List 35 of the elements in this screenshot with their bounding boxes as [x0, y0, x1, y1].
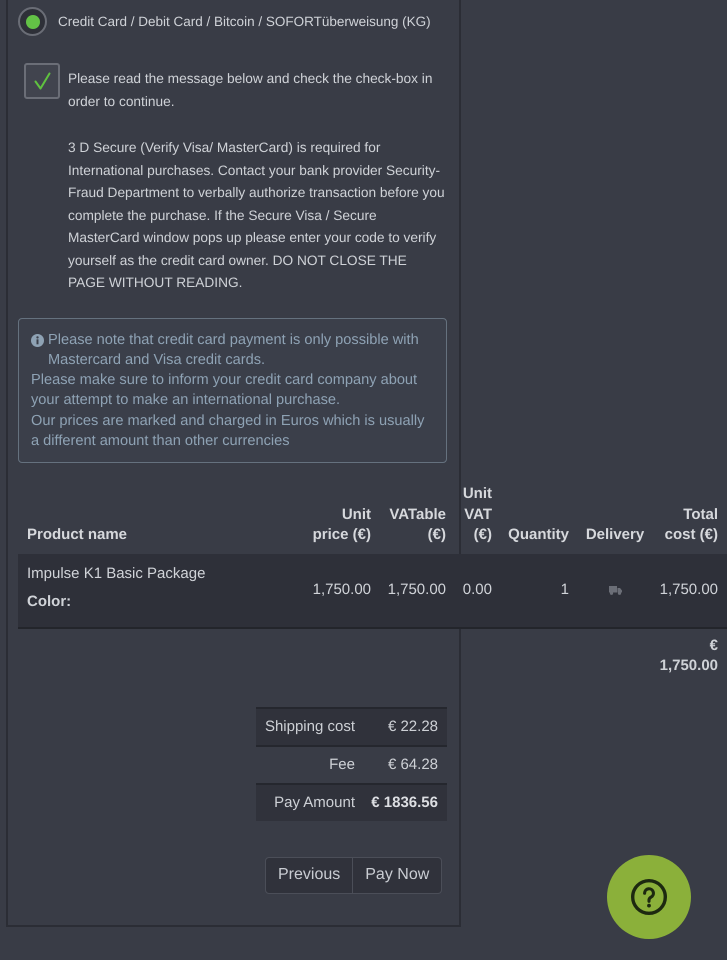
summary-label: Shipping cost — [264, 718, 355, 736]
summary-value: € 1836.56 — [371, 794, 438, 812]
column-header: Quantity — [508, 526, 569, 544]
notice-text: Please make sure to inform your credit card company about your attempt to make an international purchase. — [31, 371, 418, 410]
column-header: Unit VAT (€) — [462, 485, 492, 544]
payment-method-label: Credit Card / Debit Card / Bitcoin / SOFORTüberweisung (KG) — [58, 12, 431, 31]
column-header: VATable (€) — [389, 506, 446, 544]
checkbox[interactable] — [24, 63, 60, 99]
security-message: 3 D Secure (Verify Visa/ MasterCard) is required for International purchases. Contact your bank provider Security-Fraud Department to verbally authorize transaction before you complete the purchase. If the Secure Visa / Secure MasterCard window pops up please enter your code to verify yourself as the credit card owner. DO NOT CLOSE THE PAGE WITHOUT READING. — [68, 139, 446, 292]
consent-label: Please read the message below and check the check-box in order to continue. — [68, 70, 434, 110]
info-icon — [31, 334, 44, 346]
table-cell: 0.00 — [462, 581, 492, 598]
radio-button[interactable] — [18, 7, 47, 36]
truck-icon — [608, 586, 622, 595]
previous-button[interactable]: Previous — [265, 856, 354, 894]
column-header: Unit price (€) — [312, 506, 371, 544]
column-header: Product name — [27, 526, 128, 544]
table-cell: 1 — [560, 581, 569, 598]
order-total: € 1,750.00 — [660, 636, 718, 674]
column-header: Delivery — [586, 526, 644, 544]
table-cell: 1,750.00 — [660, 581, 718, 598]
summary-label: Pay Amount — [274, 794, 355, 812]
color-label: Color: — [27, 592, 72, 612]
summary-value: € 64.28 — [388, 756, 438, 774]
help-icon — [631, 879, 667, 915]
summary-label: Fee — [329, 756, 355, 774]
table-cell: 1,750.00 — [388, 581, 446, 598]
column-header: Total cost (€) — [664, 506, 718, 544]
summary-value: € 22.28 — [388, 718, 438, 736]
pay-now-button[interactable]: Pay Now — [353, 856, 442, 894]
check-icon — [34, 72, 50, 90]
notice-text: Our prices are marked and charged in Euros which is usually a different amount than other currencies — [31, 412, 426, 451]
notice-text: Please note that credit card payment is only possible with Mastercard and Visa credit cards. — [48, 330, 420, 370]
table-cell: 1,750.00 — [312, 581, 371, 598]
product-name: Impulse K1 Basic Package — [27, 564, 206, 584]
